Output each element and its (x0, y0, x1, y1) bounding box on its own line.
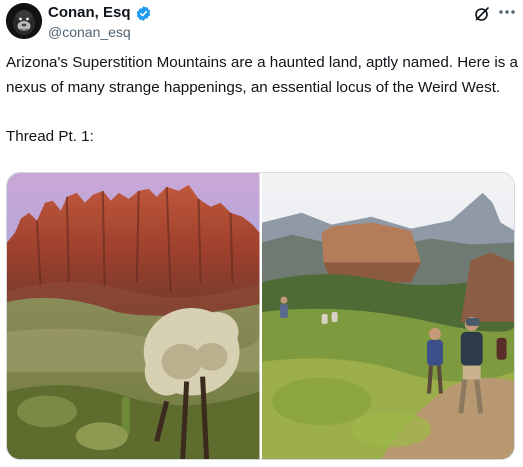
verified-badge-icon (136, 5, 150, 21)
photo-mountains-cholla-icon (7, 173, 260, 459)
grok-button[interactable] (474, 6, 490, 22)
gorilla-avatar-icon (6, 3, 42, 39)
more-icon (499, 10, 515, 14)
media-grid (6, 172, 515, 460)
tweet-text: Arizona's Superstition Mountains are a h… (6, 54, 518, 145)
more-button[interactable] (497, 4, 517, 20)
photo-mountains-cholla[interactable] (7, 173, 260, 459)
avatar[interactable] (6, 3, 42, 39)
handle[interactable]: @conan_esq (48, 23, 131, 41)
photo-hikers-trail-icon (261, 173, 514, 459)
photo-hikers-trail[interactable] (261, 173, 514, 459)
author-row[interactable]: Conan, Esq (48, 4, 152, 22)
grok-icon (475, 7, 489, 21)
display-name[interactable]: Conan, Esq (48, 4, 131, 22)
